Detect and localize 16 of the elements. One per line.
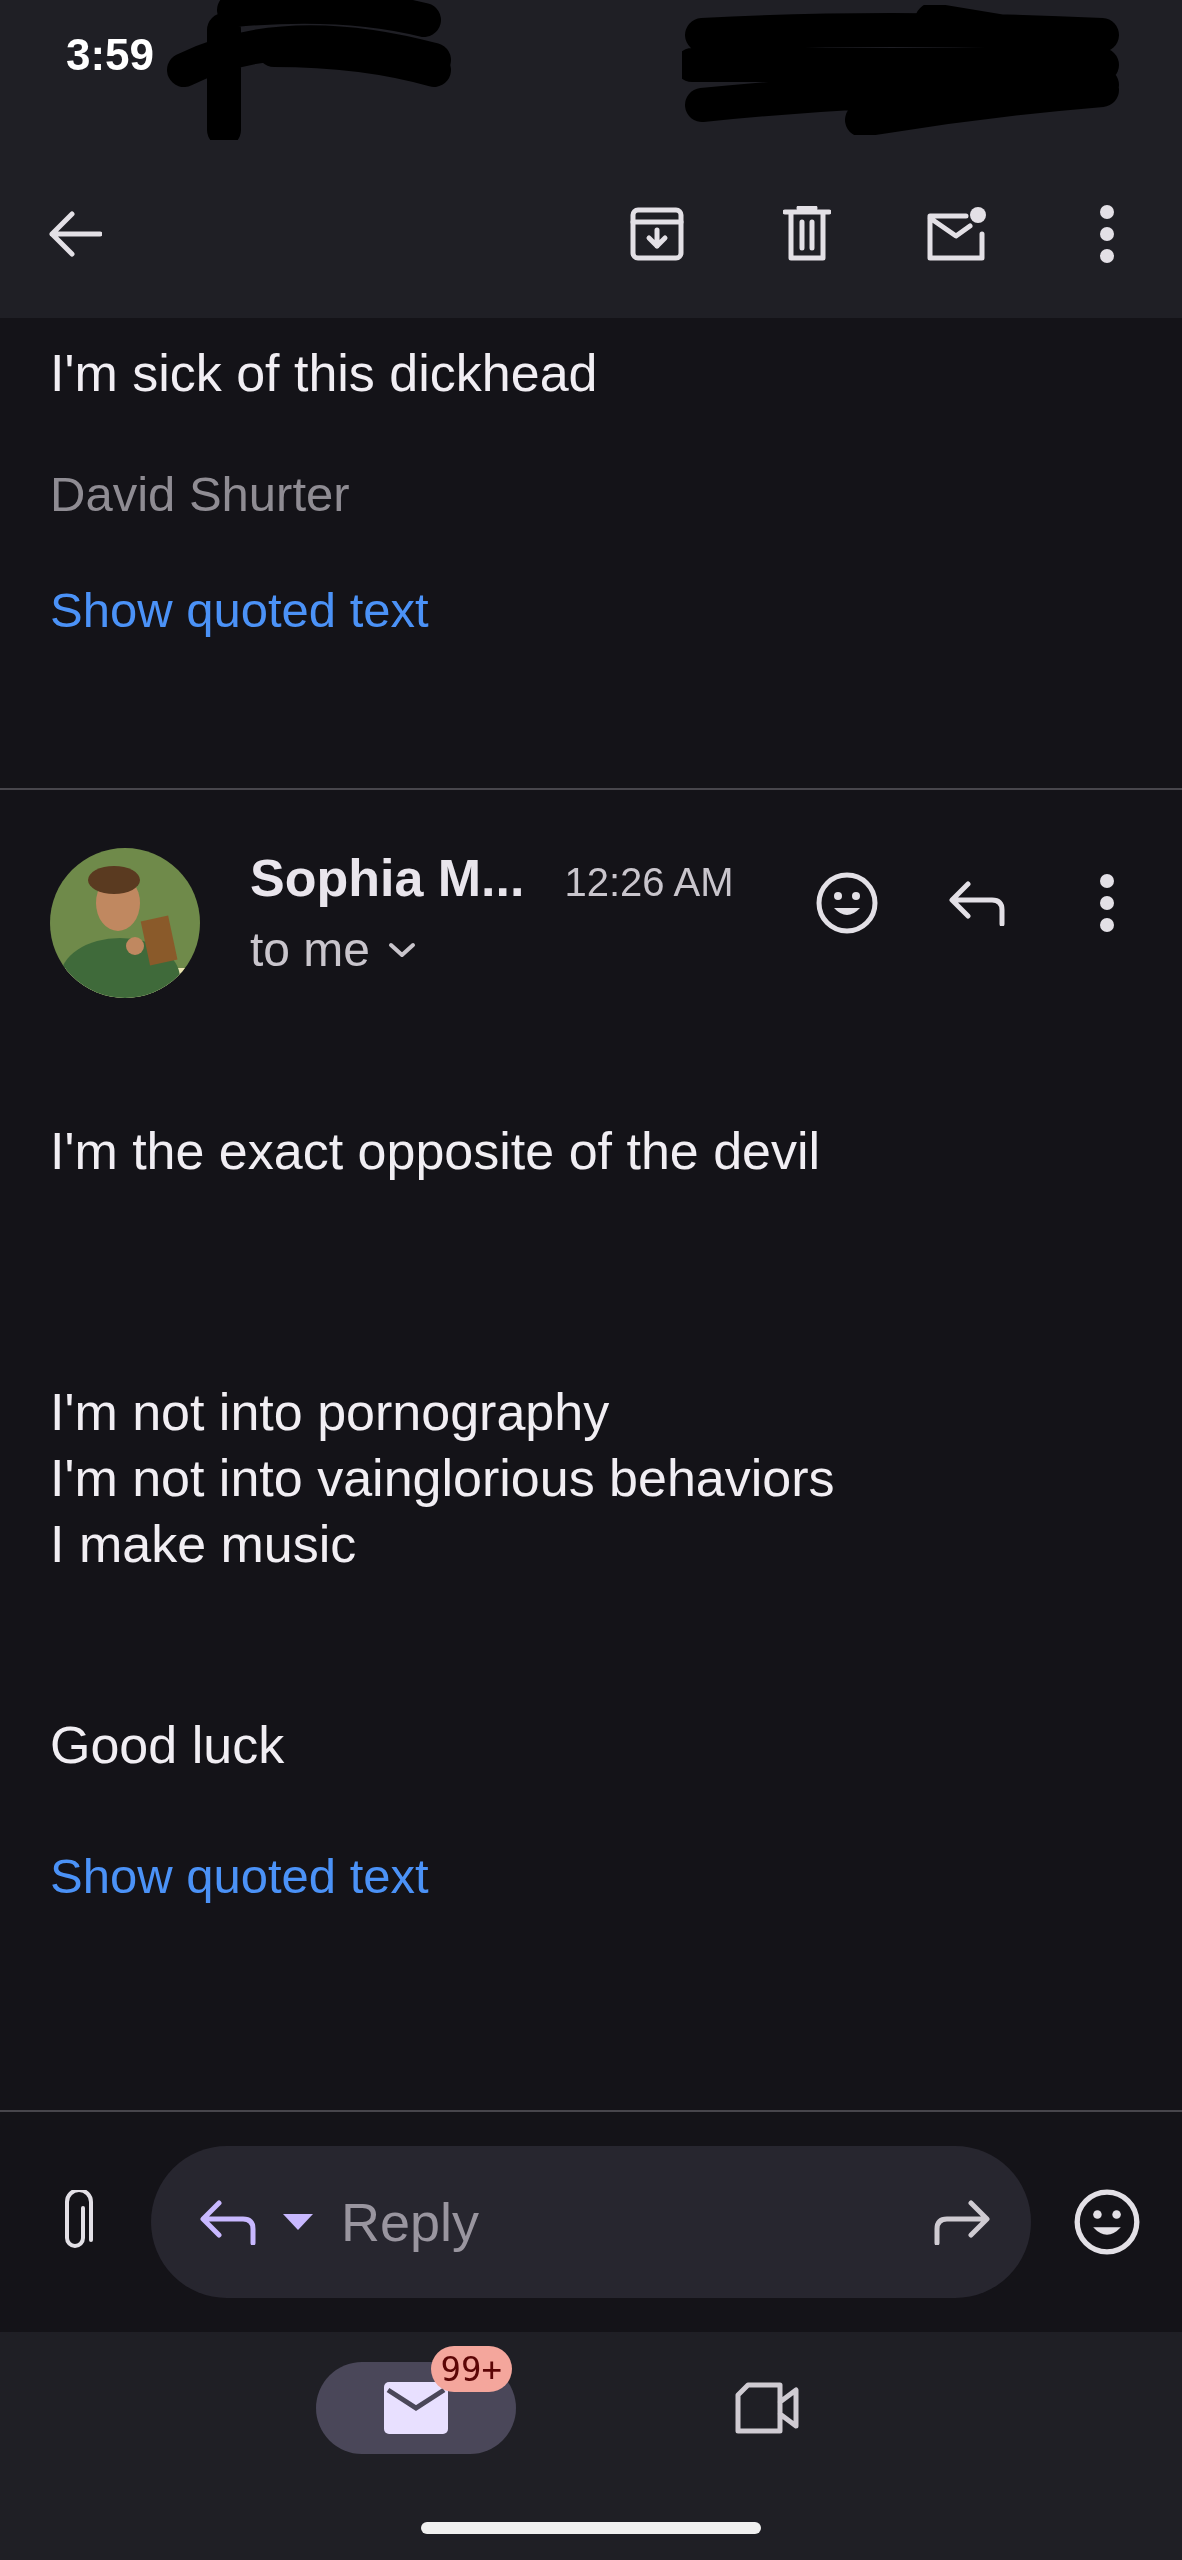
message-text: I'm not into vainglorious behaviors [50, 1448, 836, 1509]
status-time: 3:59 [66, 30, 155, 80]
message-text: I'm sick of this dickhead [50, 343, 599, 404]
message-text: I'm the exact opposite of the devil [50, 1121, 822, 1182]
message-text: Good luck [50, 1715, 286, 1776]
reply-field[interactable]: Reply [339, 2190, 909, 2254]
reply-bar[interactable]: Reply [151, 2146, 1031, 2298]
show-quoted-link[interactable]: Show quoted text [50, 582, 429, 638]
message-text: I make music [50, 1514, 358, 1575]
show-quoted-link[interactable]: Show quoted text [50, 1848, 429, 1904]
signature-text: David Shurter [50, 466, 351, 522]
message-text: I'm not into pornography [50, 1382, 611, 1443]
recipient-toggle[interactable]: to me [250, 922, 734, 977]
message-time: 12:26 AM [564, 860, 734, 905]
sender-name: Sophia M... [250, 848, 525, 908]
unread-count-badge: 99+ [430, 2346, 512, 2392]
